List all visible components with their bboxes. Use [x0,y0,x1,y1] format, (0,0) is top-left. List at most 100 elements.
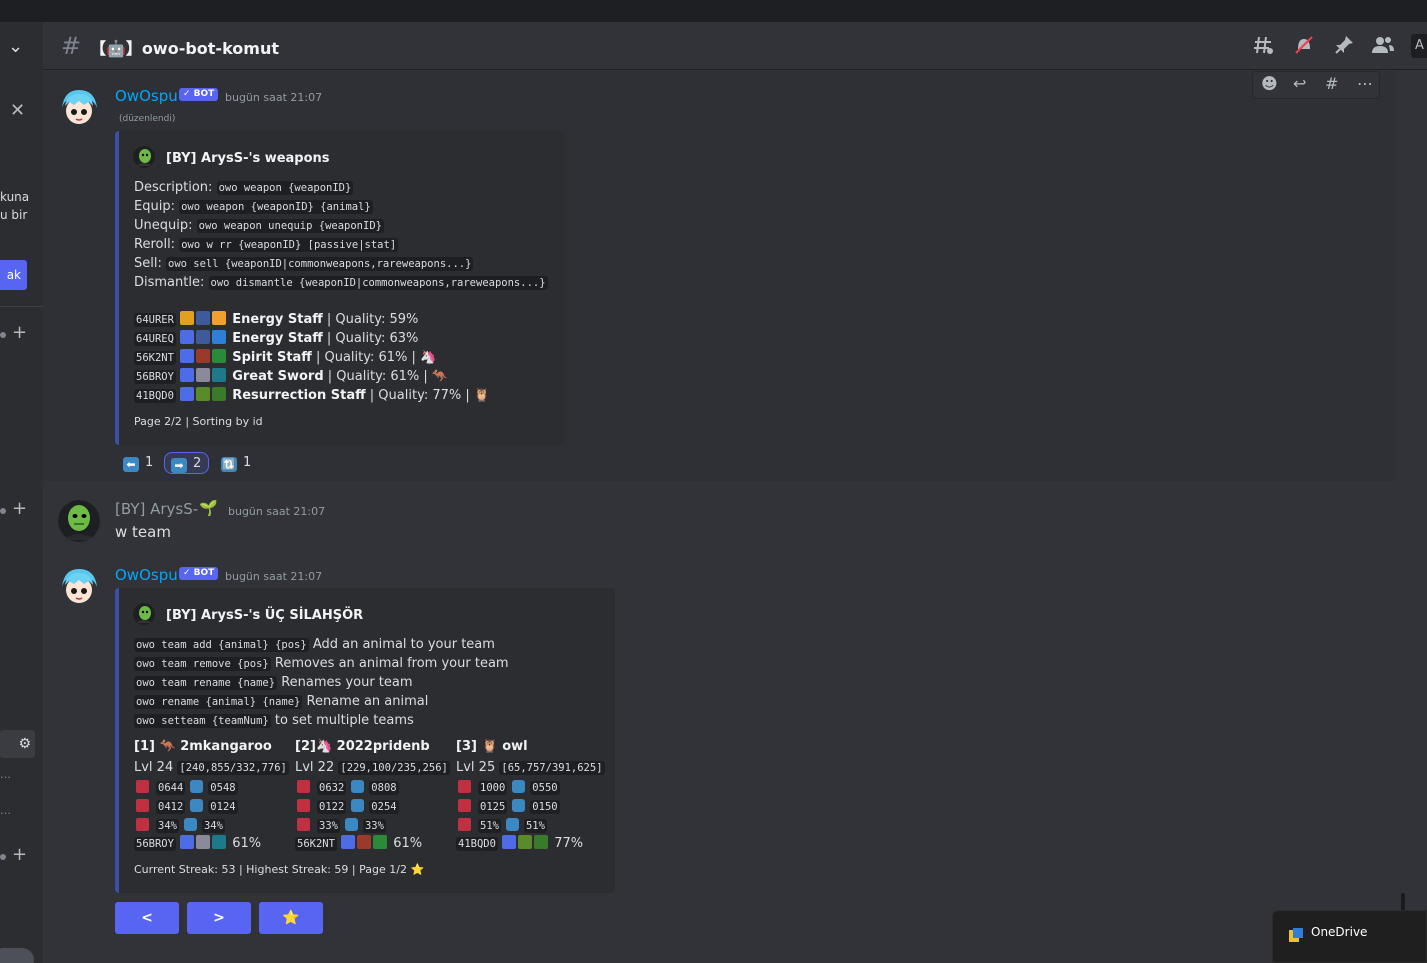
stat-hp: 0644 [156,781,186,795]
stat-pr: 51% [478,819,501,833]
add-channel-icon[interactable]: + [12,498,27,519]
weapon-id: 56BROY [134,837,176,851]
member-list-icon[interactable] [1371,34,1395,61]
star-button[interactable]: ⭐ [259,902,323,934]
rarity-epic-icon [180,387,195,401]
command-code: owo team rename {name} [134,676,278,690]
command-code: owo weapon {weaponID} [216,181,354,195]
reaction-refresh[interactable]: 🔃 1 [215,452,255,474]
onedrive-icon [1289,927,1303,942]
command-line: Unequip: owo weapon unequip {weaponID} [134,217,384,235]
hp-icon [458,780,471,793]
stat-mr: 51% [523,819,547,833]
message-timestamp: bugün saat 21:07 [228,505,326,518]
stat-row: 33% 33% [297,816,386,834]
stat-row: 51% 51% [458,816,547,834]
chevron-down-icon[interactable]: ⌄ [8,36,23,57]
pr-icon [297,818,310,831]
weapons-embed: [BY] ArysS-'s weapons Description: owo w… [115,131,564,445]
reaction-count: 2 [193,456,202,471]
stat-wp: 0548 [208,781,238,795]
pin-icon[interactable] [1333,34,1355,61]
stat-hp: 0632 [317,781,347,795]
search-input[interactable]: A [1411,34,1427,58]
user-panel-fragment[interactable] [0,948,34,963]
command-code: owo dismantle {weaponID|commonweapons,ra… [208,276,548,290]
weapon-name: Great Sword [232,369,324,384]
embed-title: [BY] ArysS-'s ÜÇ SİLAHŞÖR [166,608,364,623]
reaction-right[interactable]: ➡ 2 [164,452,209,474]
wp-icon [351,780,365,793]
rarity-epic-icon [180,349,195,363]
sidebar-action-button[interactable]: ak [0,260,27,290]
window-top-bar [0,0,1427,22]
message-timestamp: bugün saat 21:07 [225,91,323,104]
add-channel-icon[interactable]: + [12,322,27,343]
onedrive-notification[interactable]: OneDrive [1272,910,1427,963]
create-thread-icon[interactable]: # [1325,74,1338,93]
embed-footer-text: Current Streak: 53 | Highest Streak: 59 … [134,863,407,876]
passive-icon [212,387,227,401]
message-toolbar: ☻ ↩ # ⋯ [1252,71,1380,99]
command-code: owo team remove {pos} [134,657,271,671]
weapon-quality: | Quality: 77% | [369,388,470,403]
message-timestamp: bugün saat 21:07 [225,570,323,583]
mute-bell-icon[interactable] [1293,34,1315,61]
stat-hp: 1000 [478,781,508,795]
command-desc: Rename an animal [306,694,429,709]
close-icon[interactable]: ✕ [10,100,25,121]
animal-xp: [229,100/235,256] [338,761,450,775]
reaction-left[interactable]: ⬅ 1 [117,452,157,474]
sword-icon [196,835,211,849]
more-icon[interactable]: ⋯ [1357,74,1373,93]
arrow-right-icon: ➡ [171,458,187,473]
weapon-quality: | Quality: 63% [326,331,419,346]
refresh-icon: 🔃 [221,457,237,472]
mag-icon [512,799,526,812]
weapon-name: Energy Staff [232,331,323,346]
next-page-button[interactable]: > [187,902,251,934]
mr-icon [183,818,197,831]
weapon-name: Energy Staff [232,312,323,327]
weapon-row: 64UREQ Energy Staff | Quality: 63% [134,330,418,348]
hashtag-icon: # [61,32,82,60]
rarity-legendary-icon [180,311,195,325]
reply-icon[interactable]: ↩ [1293,74,1306,93]
add-channel-icon[interactable]: + [12,844,27,865]
passive-icon [212,349,227,363]
unread-dot-icon [0,854,6,860]
wp-icon [190,780,204,793]
threads-icon[interactable] [1253,34,1275,61]
prev-page-button[interactable]: < [115,902,179,934]
gear-icon[interactable]: ⚙ [0,730,35,758]
animal-name: 2022pridenb [336,739,430,754]
stat-row: 0122 0254 [297,797,399,815]
team-member-header: [1] 🦘 2mkangaroo [134,739,272,754]
stat-mr: 33% [362,819,386,833]
avatar[interactable] [58,565,100,607]
passive-icon [534,835,549,849]
animal-level: Lvl 22 [295,760,335,775]
author-avatar-icon [133,603,155,625]
command-desc: Removes an animal from your team [274,656,509,671]
weapon-row: 56K2NT Spirit Staff | Quality: 61% | 🦄 [134,349,436,367]
avatar[interactable] [58,500,100,542]
animal-icon: 🦘 [159,739,176,754]
reaction-count: 1 [145,455,154,470]
weapon-quality: 61% [232,836,262,851]
author-name[interactable]: OwOspu [115,87,178,105]
unread-dot-icon [0,332,6,338]
passive-icon [373,835,388,849]
avatar[interactable] [58,86,100,128]
mag-icon [351,799,365,812]
weapon-row: 56BROY Great Sword | Quality: 61% | 🦘 [134,368,448,386]
command-code: owo setteam {teamNum} [134,714,271,728]
author-name[interactable]: [BY] ArysS- [115,500,198,518]
author-name[interactable]: OwOspu [115,566,178,584]
weapon-id: 64URER [134,313,176,327]
weapon-owner: 🦄 [420,350,437,365]
command-line: Description: owo weapon {weaponID} [134,179,354,197]
add-reaction-icon[interactable]: ☻ [1261,74,1278,93]
weapon-owner: 🦉 [473,388,491,403]
divider [0,306,43,307]
